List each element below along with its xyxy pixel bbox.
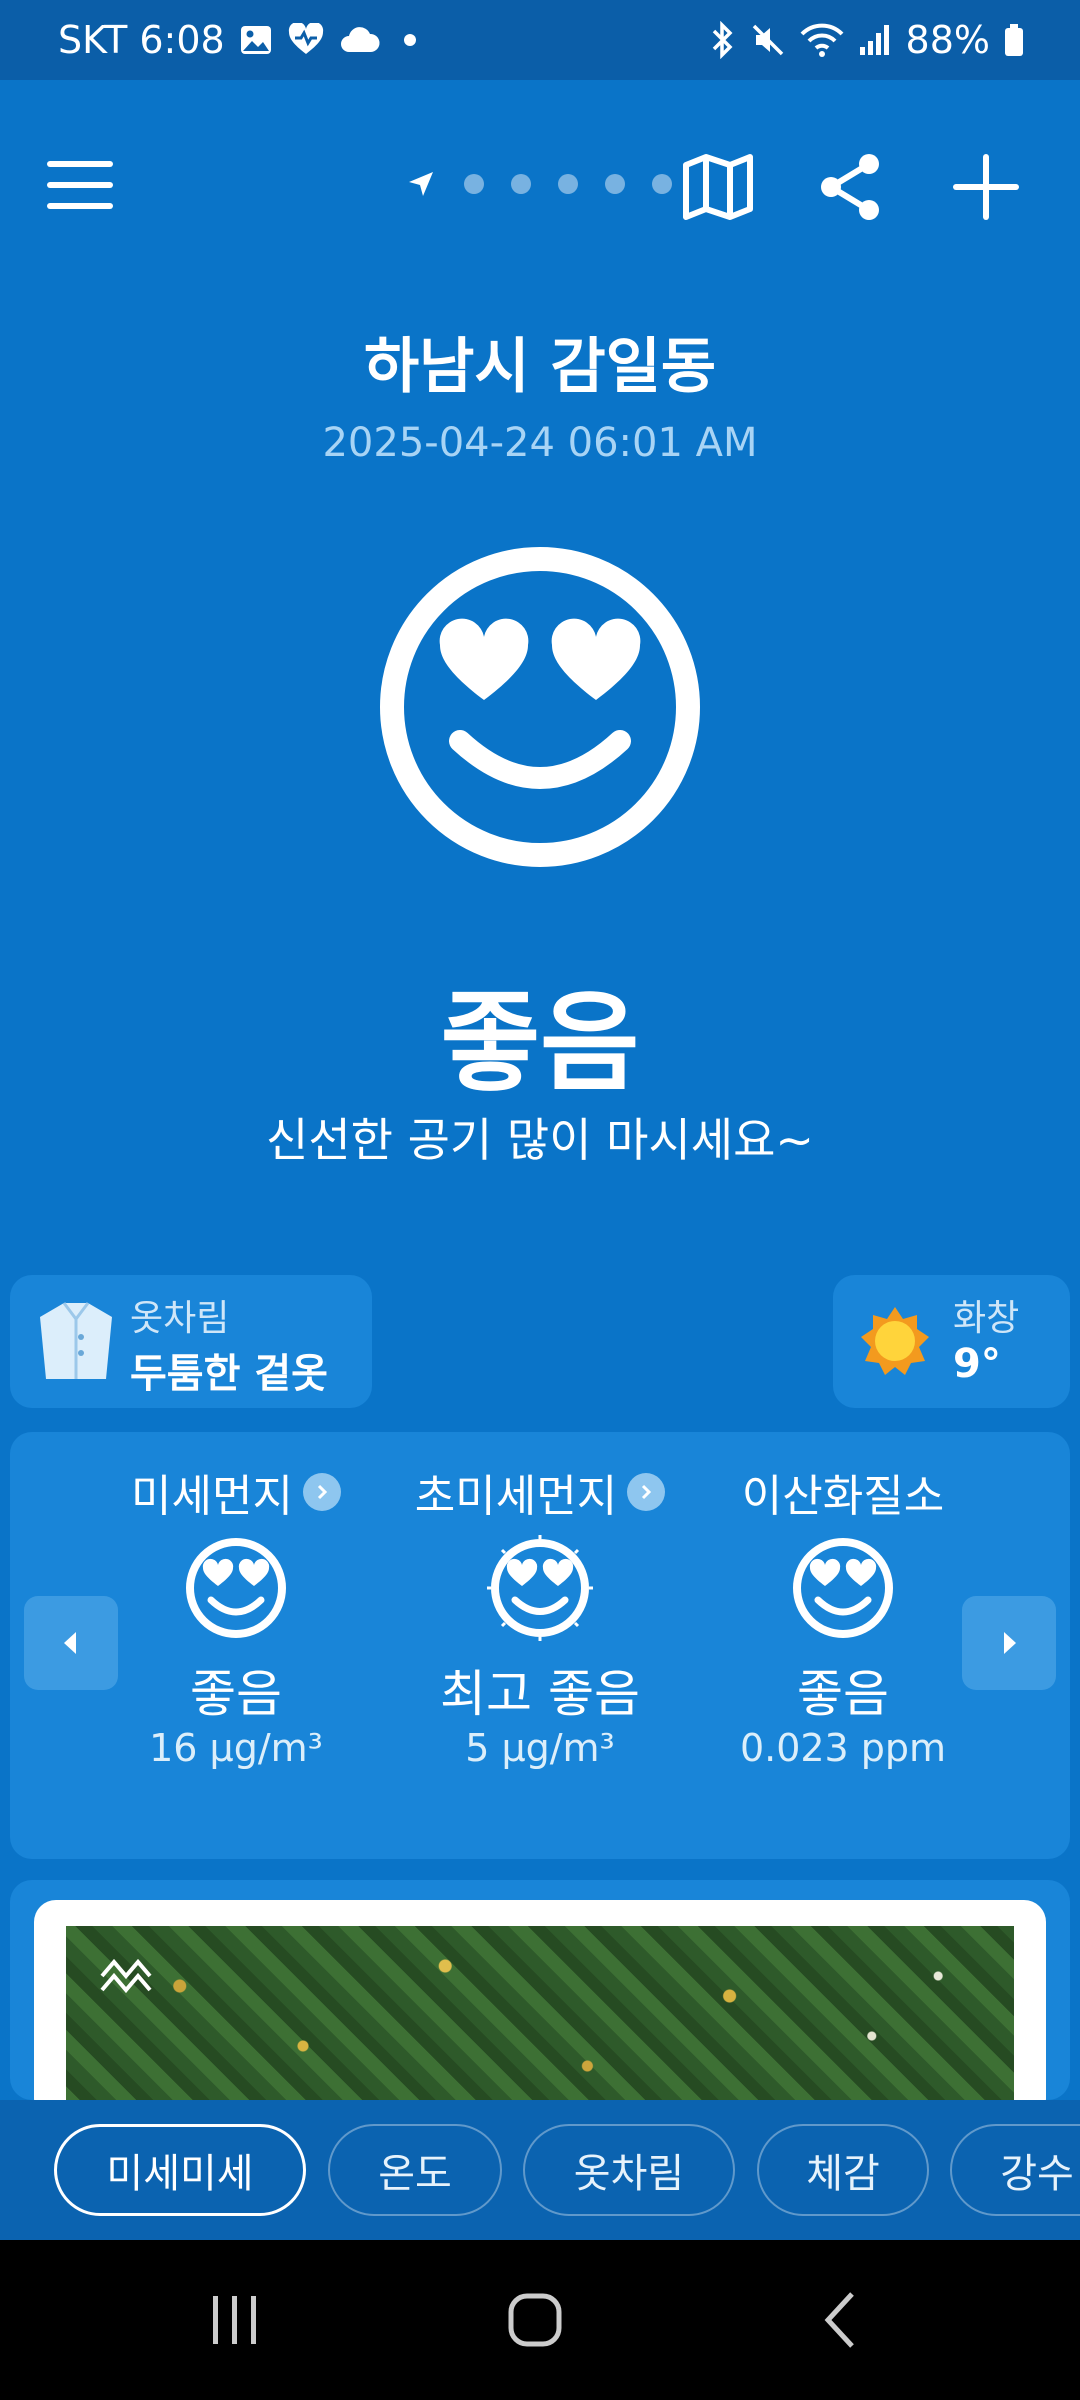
clothing-label: 옷차림 <box>130 1298 230 1339</box>
overall-status: 좋음 <box>440 981 640 1106</box>
status-left: SKT 6:08 <box>58 18 425 62</box>
back-button[interactable] <box>795 2280 885 2360</box>
pager-dot <box>511 174 531 194</box>
detail-chevron-icon <box>302 1473 341 1511</box>
happy-face-icon <box>86 1522 386 1654</box>
air-item-status: 좋음 <box>797 1665 889 1723</box>
air-item-name: 이산화질소 <box>741 1471 945 1522</box>
clothing-card[interactable]: 옷차림 두툼한 겉옷 <box>10 1275 372 1408</box>
tab-clothing[interactable]: 옷차림 <box>523 2124 735 2216</box>
tab-feels-like[interactable]: 체감 <box>757 2124 929 2216</box>
hamburger-icon <box>47 161 113 209</box>
battery-icon <box>1004 23 1024 57</box>
recents-button[interactable] <box>190 2280 280 2360</box>
location-pager[interactable] <box>405 168 672 200</box>
flower-field-photo <box>66 1926 1014 2100</box>
status-bar: SKT 6:08 88% <box>0 0 1080 80</box>
tab-temperature[interactable]: 온도 <box>328 2124 502 2216</box>
pager-dot <box>652 174 672 194</box>
happy-face-icon <box>693 1522 993 1654</box>
sun-icon <box>859 1305 931 1377</box>
pager-dot <box>558 174 578 194</box>
air-item-name: 미세먼지 <box>131 1471 293 1522</box>
air-item-pm10[interactable]: 미세먼지 좋음 16 µg/m³ <box>86 1462 386 1770</box>
overall-message: 신선한 공기 많이 마시세요~ <box>266 1113 814 1167</box>
coat-icon <box>36 1297 116 1387</box>
mute-icon <box>750 22 786 58</box>
air-quality-card: 미세먼지 좋음 16 µg/m³ 초미세먼지 최고 좋음 5 µg/m³ 이산화… <box>10 1432 1070 1859</box>
carrier-time: SKT 6:08 <box>58 18 225 62</box>
tab-label: 체감 <box>806 2151 880 2197</box>
tab-label: 온도 <box>378 2151 452 2197</box>
sparkling-face-icon <box>390 1522 690 1654</box>
air-item-status: 좋음 <box>190 1665 282 1723</box>
home-icon <box>508 2293 562 2347</box>
chevron-right-icon <box>1004 1632 1016 1654</box>
pager-dot <box>605 174 625 194</box>
detail-chevron-icon <box>627 1473 666 1511</box>
air-item-status: 최고 좋음 <box>440 1665 640 1723</box>
tab-precipitation[interactable]: 강수 <box>950 2124 1080 2216</box>
tab-label: 강수 <box>1000 2151 1074 2197</box>
share-button[interactable] <box>808 145 892 229</box>
watermark-logo-icon <box>100 1958 152 1994</box>
gallery-icon <box>239 23 273 57</box>
health-heart-icon <box>287 23 325 57</box>
clothing-value: 두툼한 겉옷 <box>130 1351 328 1397</box>
air-item-value: 16 µg/m³ <box>149 1726 323 1770</box>
cloud-icon <box>339 25 381 55</box>
map-icon <box>683 154 753 220</box>
system-navigation-bar <box>0 2240 1080 2400</box>
tab-label: 옷차림 <box>573 2151 685 2197</box>
photo-frame <box>34 1900 1046 2100</box>
plus-icon <box>953 154 1019 220</box>
add-location-button[interactable] <box>944 145 1028 229</box>
battery-percent: 88% <box>905 18 990 62</box>
air-item-value: 0.023 ppm <box>739 1726 947 1770</box>
tab-label: 미세미세 <box>106 2151 254 2197</box>
air-item-pm25[interactable]: 초미세먼지 최고 좋음 5 µg/m³ <box>390 1462 690 1770</box>
current-location-icon <box>409 172 433 196</box>
home-button[interactable] <box>490 2280 580 2360</box>
pager-dot <box>464 174 484 194</box>
bottom-tab-bar: 미세미세 온도 옷차림 체감 강수 <box>0 2100 1080 2240</box>
map-button[interactable] <box>676 145 760 229</box>
update-datetime: 2025-04-24 06:01 AM <box>322 420 758 466</box>
recents-icon <box>213 2296 256 2344</box>
status-right: 88% <box>708 18 1024 62</box>
bluetooth-icon <box>708 21 736 59</box>
signal-icon <box>858 23 892 57</box>
weather-condition: 화창 <box>953 1298 1020 1339</box>
menu-button[interactable] <box>40 140 120 230</box>
back-icon <box>824 2292 854 2348</box>
tab-misemise[interactable]: 미세미세 <box>54 2124 306 2216</box>
air-quality-face-icon <box>378 545 702 869</box>
air-item-name: 초미세먼지 <box>414 1471 618 1522</box>
air-item-value: 5 µg/m³ <box>465 1726 615 1770</box>
wifi-icon <box>800 22 844 58</box>
chevron-left-icon <box>64 1632 76 1654</box>
notification-dot-icon <box>395 25 425 55</box>
location-title: 하남시 감일동 <box>363 332 717 402</box>
share-icon <box>821 154 879 220</box>
photo-card[interactable] <box>10 1880 1070 2100</box>
weather-card[interactable]: 화창 9° <box>833 1275 1070 1408</box>
weather-temperature: 9° <box>953 1341 1001 1387</box>
air-item-no2[interactable]: 이산화질소 좋음 0.023 ppm <box>693 1462 993 1770</box>
